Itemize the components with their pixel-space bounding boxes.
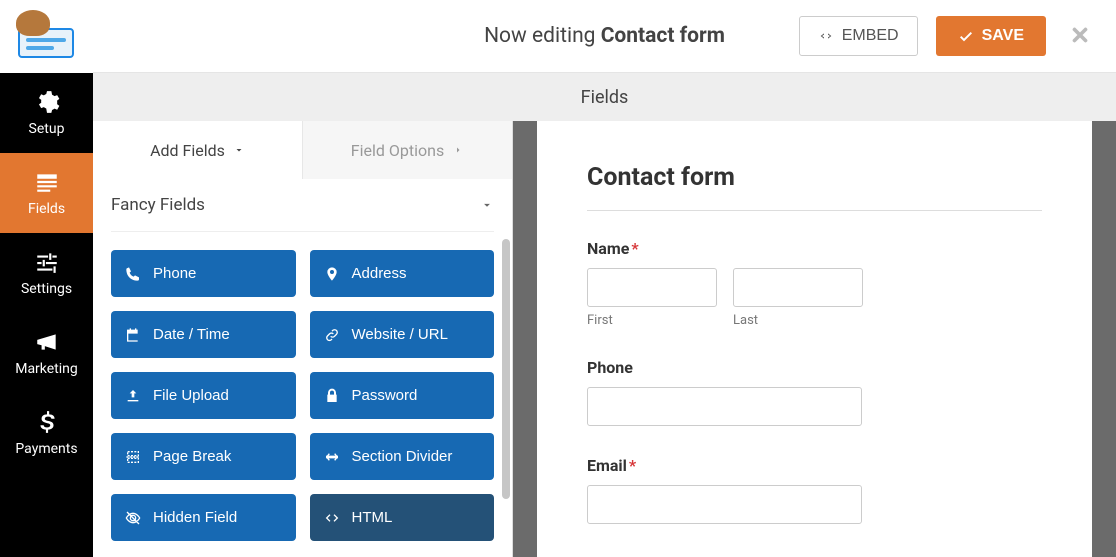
editing-form-name: Contact form bbox=[601, 24, 725, 48]
nav-setup[interactable]: Setup bbox=[0, 73, 93, 153]
calendar-icon bbox=[125, 327, 141, 343]
divider-icon bbox=[324, 449, 340, 465]
field-name[interactable]: Name* First Last bbox=[587, 239, 1042, 328]
field-file-upload[interactable]: File Upload bbox=[111, 372, 296, 419]
pin-icon bbox=[324, 266, 340, 282]
form-title: Contact form bbox=[587, 163, 1042, 192]
code-icon bbox=[324, 510, 340, 526]
field-label: Phone bbox=[153, 265, 196, 282]
nav-setup-label: Setup bbox=[29, 121, 65, 137]
sliders-icon bbox=[34, 249, 60, 275]
last-sublabel: Last bbox=[733, 313, 863, 328]
field-label: Hidden Field bbox=[153, 509, 237, 526]
close-button[interactable] bbox=[1064, 20, 1096, 53]
tab-add-fields-label: Add Fields bbox=[150, 141, 225, 160]
close-icon bbox=[1069, 24, 1091, 46]
tab-add-fields[interactable]: Add Fields bbox=[93, 121, 302, 179]
tab-field-options-label: Field Options bbox=[351, 141, 444, 160]
code-icon bbox=[818, 28, 834, 44]
nav-fields-label: Fields bbox=[28, 201, 65, 217]
scrollbar-thumb[interactable] bbox=[502, 239, 510, 499]
eye-off-icon bbox=[125, 510, 141, 526]
phone-label: Phone bbox=[587, 358, 1042, 377]
field-label: HTML bbox=[352, 509, 393, 526]
nav-payments-label: Payments bbox=[15, 441, 77, 457]
field-label: File Upload bbox=[153, 387, 229, 404]
form-icon bbox=[34, 169, 60, 195]
field-html[interactable]: HTML bbox=[310, 494, 495, 541]
field-website-url[interactable]: Website / URL bbox=[310, 311, 495, 358]
field-section-divider[interactable]: Section Divider bbox=[310, 433, 495, 480]
nav-marketing[interactable]: Marketing bbox=[0, 313, 93, 393]
gear-icon bbox=[34, 89, 60, 115]
field-hidden-field[interactable]: Hidden Field bbox=[111, 494, 296, 541]
embed-button[interactable]: EMBED bbox=[799, 16, 918, 56]
chevron-right-icon bbox=[452, 144, 464, 156]
field-phone[interactable]: Phone bbox=[111, 250, 296, 297]
editing-prefix: Now editing bbox=[484, 24, 601, 48]
form-canvas[interactable]: Contact form Name* First Last bbox=[537, 121, 1092, 557]
field-address[interactable]: Address bbox=[310, 250, 495, 297]
divider bbox=[587, 210, 1042, 211]
field-label: Website / URL bbox=[352, 326, 448, 343]
field-label: Date / Time bbox=[153, 326, 230, 343]
field-label: Address bbox=[352, 265, 407, 282]
email-input[interactable] bbox=[587, 485, 862, 524]
upload-icon bbox=[125, 388, 141, 404]
nav-settings-label: Settings bbox=[21, 281, 72, 297]
bullhorn-icon bbox=[34, 329, 60, 355]
nav-payments[interactable]: Payments bbox=[0, 393, 93, 473]
nav-fields[interactable]: Fields bbox=[0, 153, 93, 233]
email-label: Email* bbox=[587, 456, 1042, 475]
pagebreak-icon bbox=[125, 449, 141, 465]
last-name-input[interactable] bbox=[733, 268, 863, 307]
section-title: Fancy Fields bbox=[111, 195, 205, 215]
field-label: Section Divider bbox=[352, 448, 453, 465]
first-sublabel: First bbox=[587, 313, 717, 328]
save-button[interactable]: SAVE bbox=[936, 16, 1046, 56]
chevron-down-icon bbox=[233, 144, 245, 156]
phone-icon bbox=[125, 266, 141, 282]
check-icon bbox=[958, 28, 974, 44]
lock-icon bbox=[324, 388, 340, 404]
chevron-down-icon bbox=[480, 198, 494, 212]
field-label: Page Break bbox=[153, 448, 231, 465]
field-date-time[interactable]: Date / Time bbox=[111, 311, 296, 358]
field-phone[interactable]: Phone bbox=[587, 358, 1042, 426]
save-label: SAVE bbox=[982, 27, 1024, 45]
tab-field-options[interactable]: Field Options bbox=[302, 121, 512, 179]
nav-marketing-label: Marketing bbox=[15, 361, 78, 377]
link-icon bbox=[324, 327, 340, 343]
field-page-break[interactable]: Page Break bbox=[111, 433, 296, 480]
subheader-title: Fields bbox=[93, 73, 1116, 121]
phone-input[interactable] bbox=[587, 387, 862, 426]
embed-label: EMBED bbox=[842, 27, 899, 45]
section-fancy-fields[interactable]: Fancy Fields bbox=[111, 179, 494, 232]
nav-settings[interactable]: Settings bbox=[0, 233, 93, 313]
dollar-icon bbox=[34, 409, 60, 435]
page-title: Now editing Contact form bbox=[484, 24, 725, 48]
first-name-input[interactable] bbox=[587, 268, 717, 307]
field-label: Password bbox=[352, 387, 418, 404]
required-asterisk: * bbox=[631, 239, 638, 258]
required-asterisk: * bbox=[629, 456, 636, 475]
field-password[interactable]: Password bbox=[310, 372, 495, 419]
name-label: Name* bbox=[587, 239, 1042, 258]
field-email[interactable]: Email* bbox=[587, 456, 1042, 524]
app-logo bbox=[0, 0, 93, 73]
